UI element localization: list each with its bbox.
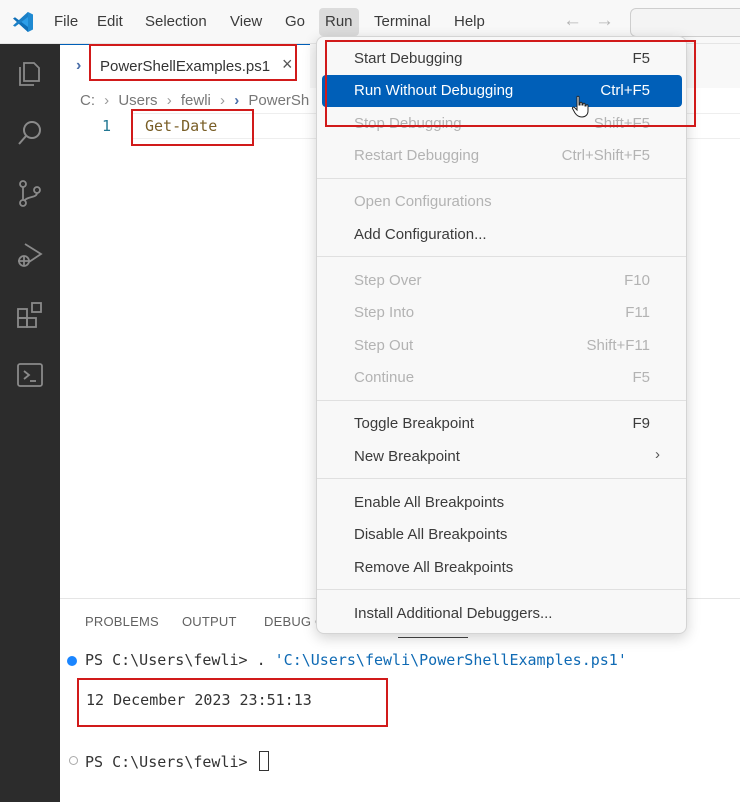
run-and-debug-icon[interactable] xyxy=(15,240,45,270)
menu-item-disable-all-breakpoints[interactable]: Disable All Breakpoints xyxy=(322,519,682,551)
chevron-right-icon: › xyxy=(220,92,226,109)
menu-item-restart-debugging[interactable]: Restart Debugging Ctrl+Shift+F5 xyxy=(322,140,682,172)
menu-separator xyxy=(317,400,686,401)
command-status-icon[interactable] xyxy=(67,656,77,666)
menu-item-enable-all-breakpoints[interactable]: Enable All Breakpoints xyxy=(322,487,682,519)
command-center-search[interactable] xyxy=(630,8,740,37)
menu-item-add-configuration[interactable]: Add Configuration... xyxy=(322,219,682,251)
menu-file[interactable]: File xyxy=(48,8,84,36)
terminal-command: . xyxy=(256,651,275,669)
line-number: 1 xyxy=(102,117,112,135)
breadcrumb-users[interactable]: Users xyxy=(118,92,157,109)
menu-separator xyxy=(317,589,686,590)
breadcrumb-fewli[interactable]: fewli xyxy=(181,92,211,109)
breadcrumb-drive[interactable]: C: xyxy=(80,92,95,109)
terminal-prompt: PS C:\Users\fewli> xyxy=(85,753,248,771)
active-tab-indicator xyxy=(398,637,468,638)
menu-go[interactable]: Go xyxy=(279,8,311,36)
menu-item-step-into[interactable]: Step Into F11 xyxy=(322,297,682,329)
menu-item-install-additional-debuggers[interactable]: Install Additional Debuggers... xyxy=(322,598,682,630)
annotation-box xyxy=(89,44,297,81)
menu-separator xyxy=(317,478,686,479)
menu-item-toggle-breakpoint[interactable]: Toggle Breakpoint F9 xyxy=(322,408,682,440)
menu-item-open-configurations[interactable]: Open Configurations xyxy=(322,186,682,218)
command-status-icon[interactable] xyxy=(69,756,78,765)
chevron-right-icon: › xyxy=(655,446,660,463)
tab-output[interactable]: OUTPUT xyxy=(182,614,237,629)
menu-terminal[interactable]: Terminal xyxy=(368,8,437,36)
menu-item-continue[interactable]: Continue F5 xyxy=(322,362,682,394)
tab-problems[interactable]: PROBLEMS xyxy=(85,614,159,629)
menu-view[interactable]: View xyxy=(224,8,268,36)
terminal-cursor xyxy=(258,751,269,771)
terminal-command-line: PS C:\Users\fewli> . 'C:\Users\fewli\Pow… xyxy=(85,651,627,669)
activity-bar xyxy=(0,44,60,802)
menu-edit[interactable]: Edit xyxy=(91,8,129,36)
vscode-logo-icon[interactable] xyxy=(11,10,35,34)
menu-item-new-breakpoint[interactable]: New Breakpoint › xyxy=(322,441,682,473)
menu-separator xyxy=(317,256,686,257)
annotation-box xyxy=(77,678,388,727)
menu-item-step-over[interactable]: Step Over F10 xyxy=(322,265,682,297)
extensions-icon[interactable] xyxy=(15,300,45,330)
menu-item-step-out[interactable]: Step Out Shift+F11 xyxy=(322,330,682,362)
back-arrow-icon[interactable]: ← xyxy=(563,10,582,32)
explorer-icon[interactable] xyxy=(15,58,45,88)
menu-help[interactable]: Help xyxy=(448,8,491,36)
powershell-file-icon: › xyxy=(76,57,82,74)
menu-selection[interactable]: Selection xyxy=(139,8,213,36)
powershell-file-icon: › xyxy=(234,92,240,109)
source-control-icon[interactable] xyxy=(15,178,45,208)
menu-item-remove-all-breakpoints[interactable]: Remove All Breakpoints xyxy=(322,552,682,584)
annotation-box xyxy=(325,40,696,127)
powershell-icon[interactable] xyxy=(15,360,45,390)
forward-arrow-icon[interactable]: → xyxy=(595,10,614,32)
annotation-box xyxy=(131,109,254,146)
terminal-command-path: 'C:\Users\fewli\PowerShellExamples.ps1' xyxy=(274,651,627,669)
menu-run[interactable]: Run xyxy=(319,8,359,36)
breadcrumb-file[interactable]: PowerSh xyxy=(248,92,309,109)
chevron-right-icon: › xyxy=(104,92,110,109)
search-icon[interactable] xyxy=(15,118,45,148)
chevron-right-icon: › xyxy=(166,92,172,109)
terminal-prompt: PS C:\Users\fewli> xyxy=(85,651,248,669)
terminal-input-line[interactable]: PS C:\Users\fewli> xyxy=(85,751,269,771)
menu-separator xyxy=(317,178,686,179)
